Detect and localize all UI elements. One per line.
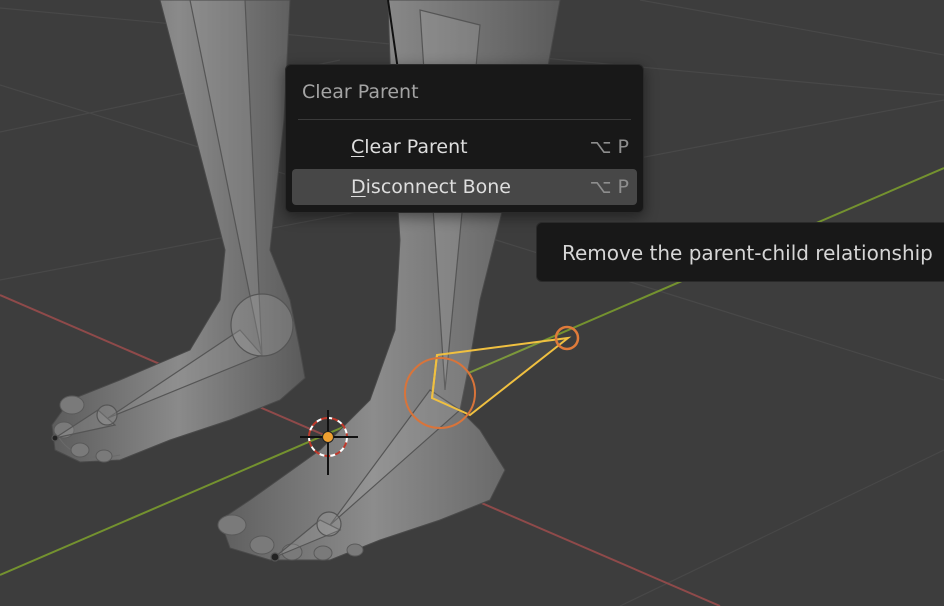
menu-item-shortcut: ⌥ P (589, 136, 629, 158)
menu-item-label: Disconnect Bone (351, 176, 511, 198)
clear-parent-menu: Clear Parent Clear Parent ⌥ P Disconnect… (285, 64, 644, 213)
tooltip-text: Remove the parent-child relationship (562, 241, 933, 265)
menu-separator (298, 119, 631, 120)
menu-item-label: Clear Parent (351, 136, 468, 158)
menu-title: Clear Parent (302, 81, 419, 103)
menu-item-clear-parent[interactable]: Clear Parent ⌥ P (292, 129, 637, 165)
menu-item-disconnect-bone[interactable]: Disconnect Bone ⌥ P (292, 169, 637, 205)
left-leg-mesh (51, 0, 306, 463)
origin-dot (322, 431, 334, 443)
tooltip: Remove the parent-child relationship (536, 222, 944, 282)
menu-item-shortcut: ⌥ P (589, 176, 629, 198)
